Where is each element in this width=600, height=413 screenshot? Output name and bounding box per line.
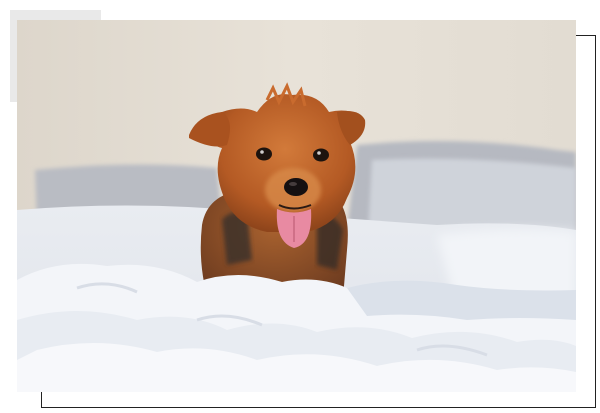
dog-eye-right bbox=[313, 148, 329, 162]
dog-eye-right-glint bbox=[317, 151, 321, 155]
image-stage bbox=[0, 0, 600, 413]
dog-eye-left bbox=[256, 147, 272, 161]
dog-eye-left-glint bbox=[260, 150, 264, 154]
dog-nose-shine bbox=[289, 182, 297, 186]
dog-photo-illustration bbox=[17, 20, 576, 392]
dog-photo bbox=[17, 20, 576, 392]
dog-nose bbox=[284, 178, 308, 196]
